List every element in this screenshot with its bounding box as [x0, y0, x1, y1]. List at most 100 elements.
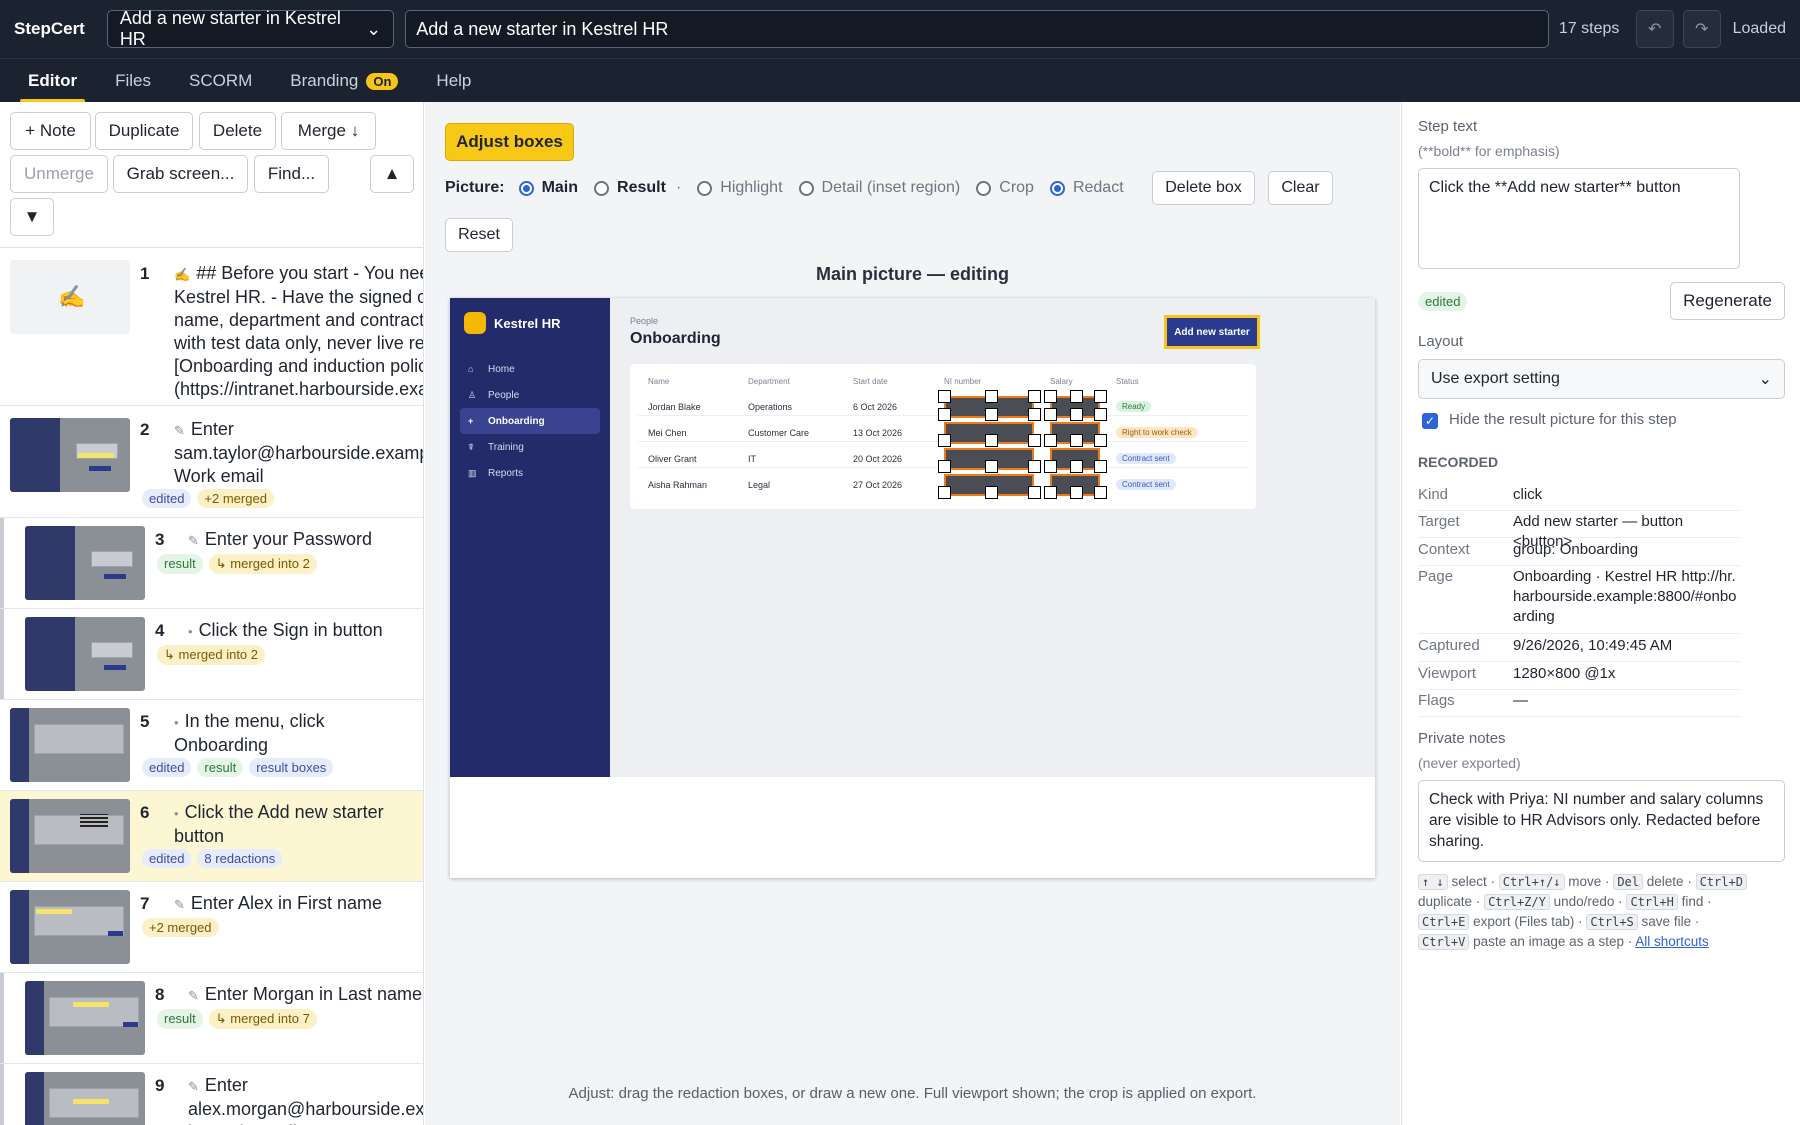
guide-select[interactable]: Add a new starter in Kestrel HR ⌄ [106, 8, 395, 49]
delete-button[interactable]: Delete [199, 112, 276, 150]
bullet-icon: • [188, 624, 193, 639]
move-down-button[interactable]: ▼ [10, 198, 54, 236]
reset-button[interactable]: Reset [445, 218, 513, 252]
screenshot-canvas[interactable]: Kestrel HR ⌂ Home ♙ People + Onboarding ☤ Tr… [450, 298, 1375, 878]
resize-handle[interactable] [1070, 390, 1083, 403]
resize-handle[interactable] [1044, 486, 1057, 499]
radio-redact[interactable] [1049, 180, 1065, 196]
step-chips: edited 8 redactions [142, 849, 283, 868]
radio-crop[interactable] [976, 180, 992, 196]
move-up-button[interactable]: ▲ [370, 155, 414, 193]
step-chips: edited +2 merged [142, 489, 274, 508]
step-number: 6 [140, 803, 150, 822]
resize-handle[interactable] [1044, 408, 1057, 421]
tab-help[interactable]: Help [422, 59, 485, 103]
tab-scorm[interactable]: SCORM [175, 59, 266, 103]
resize-handle[interactable] [1044, 390, 1057, 403]
step-item-7[interactable]: 7 ✎ Enter Alex in First name +2 merged [0, 882, 423, 973]
resize-handle[interactable] [985, 408, 998, 421]
all-shortcuts-link[interactable]: All shortcuts [1635, 934, 1709, 949]
step-item-6[interactable]: 6 • Click the Add new starter button edit… [0, 791, 423, 882]
clear-button[interactable]: Clear [1268, 171, 1333, 205]
resize-handle[interactable] [1094, 486, 1107, 499]
resize-handle[interactable] [1028, 486, 1041, 499]
step-text: ✎ Enter Morgan in Last name [188, 983, 423, 1007]
private-notes-label: Private notes [1418, 730, 1506, 747]
top-bar: StepCert Add a new starter in Kestrel HR… [0, 0, 1800, 58]
step-item-4[interactable]: 4 • Click the Sign in button ↳ merged int… [0, 609, 423, 700]
resize-handle[interactable] [1028, 408, 1041, 421]
delete-box-button[interactable]: Delete box [1152, 171, 1255, 205]
adjust-boxes-button[interactable]: Adjust boxes [445, 123, 574, 161]
step-thumbnail [10, 708, 130, 782]
regenerate-button[interactable]: Regenerate [1670, 282, 1785, 320]
step-item-3[interactable]: 3 ✎ Enter your Password result ↳ merged in… [0, 518, 423, 609]
resize-handle[interactable] [1044, 434, 1057, 447]
resize-handle[interactable] [985, 390, 998, 403]
step-text-value: Enter Morgan in Last name [204, 984, 423, 1004]
resize-handle[interactable] [1070, 460, 1083, 473]
app-table: Name Department Start date NI number Sal… [630, 364, 1256, 509]
step-text-input[interactable]: Click the **Add new starter** button [1418, 168, 1740, 269]
table-cell: Aisha Rahman [648, 480, 708, 490]
step-actions: + Note Duplicate Delete Merge ↓ Unmerge … [0, 102, 423, 248]
guide-title-input[interactable]: Add a new starter in Kestrel HR [405, 10, 1549, 48]
training-icon: ☤ [468, 441, 475, 452]
nav-label: Training [488, 441, 524, 453]
col-header: Department [748, 377, 790, 386]
layout-select[interactable]: Use export setting ⌄ [1418, 359, 1785, 399]
undo-button[interactable]: ↶ [1635, 10, 1674, 48]
resize-handle[interactable] [1094, 460, 1107, 473]
step-item-1[interactable]: ✍ 1 ✍## Before you start - You need acce… [0, 248, 423, 406]
step-text: ✎Enter sam.taylor@harbourside.example in… [174, 418, 423, 488]
step-item-8[interactable]: 8 ✎ Enter Morgan in Last name result ↳ mer… [0, 973, 423, 1064]
merge-button[interactable]: Merge ↓ [281, 112, 376, 150]
resize-handle[interactable] [1094, 408, 1107, 421]
resize-handle[interactable] [985, 486, 998, 499]
add-note-button[interactable]: + Note [10, 112, 91, 150]
resize-handle[interactable] [985, 460, 998, 473]
resize-handle[interactable] [1094, 390, 1107, 403]
resize-handle[interactable] [1094, 434, 1107, 447]
duplicate-button[interactable]: Duplicate [95, 112, 193, 150]
radio-highlight[interactable] [697, 180, 713, 196]
step-text: • Click the Sign in button [188, 619, 423, 643]
step-text: ✎Enter alex.morgan@harbourside.example i… [188, 1074, 423, 1125]
radio-detail[interactable] [798, 180, 814, 196]
resize-handle[interactable] [1028, 434, 1041, 447]
step-item-2[interactable]: 2 ✎ Enter sam.taylor@harbourside.example … [0, 406, 423, 518]
redo-button[interactable]: ↷ [1682, 10, 1721, 48]
resize-handle[interactable] [938, 408, 951, 421]
radio-main[interactable] [518, 180, 534, 196]
resize-handle[interactable] [1028, 390, 1041, 403]
hide-result-checkbox[interactable]: ✓ [1422, 413, 1438, 429]
resize-handle[interactable] [985, 434, 998, 447]
private-notes-input[interactable]: Check with Priya: NI number and salary c… [1418, 780, 1785, 862]
resize-handle[interactable] [1070, 434, 1083, 447]
table-cell: IT [748, 454, 756, 464]
step-chips: +2 merged [142, 918, 219, 937]
grab-screen-button[interactable]: Grab screen... [113, 155, 248, 193]
radio-result[interactable] [594, 180, 610, 196]
resize-handle[interactable] [938, 486, 951, 499]
step-item-5[interactable]: 5 • In the menu, click Onboarding edited r… [0, 700, 423, 791]
shortcut-key: Ctrl+↑/↓ [1498, 874, 1565, 890]
resize-handle[interactable] [1044, 460, 1057, 473]
resize-handle[interactable] [1028, 460, 1041, 473]
resize-handle[interactable] [1070, 486, 1083, 499]
shortcut-desc: paste an image as a step · [1473, 934, 1633, 949]
step-number: 3 [155, 530, 165, 549]
find-button[interactable]: Find... [254, 155, 329, 193]
resize-handle[interactable] [938, 460, 951, 473]
resize-handle[interactable] [1070, 408, 1083, 421]
unmerge-button[interactable]: Unmerge [10, 155, 108, 193]
tab-branding[interactable]: Branding On [276, 59, 412, 103]
nav-label: Onboarding [488, 415, 545, 427]
resize-handle[interactable] [938, 434, 951, 447]
chevron-down-icon: ⌄ [1758, 371, 1772, 388]
resize-handle[interactable] [938, 390, 951, 403]
tab-editor[interactable]: Editor [14, 59, 91, 103]
step-item-9[interactable]: 9 ✎Enter alex.morgan@harbourside.example… [0, 1064, 423, 1125]
app-logo: Kestrel HR [464, 312, 560, 334]
tab-files[interactable]: Files [101, 59, 165, 103]
